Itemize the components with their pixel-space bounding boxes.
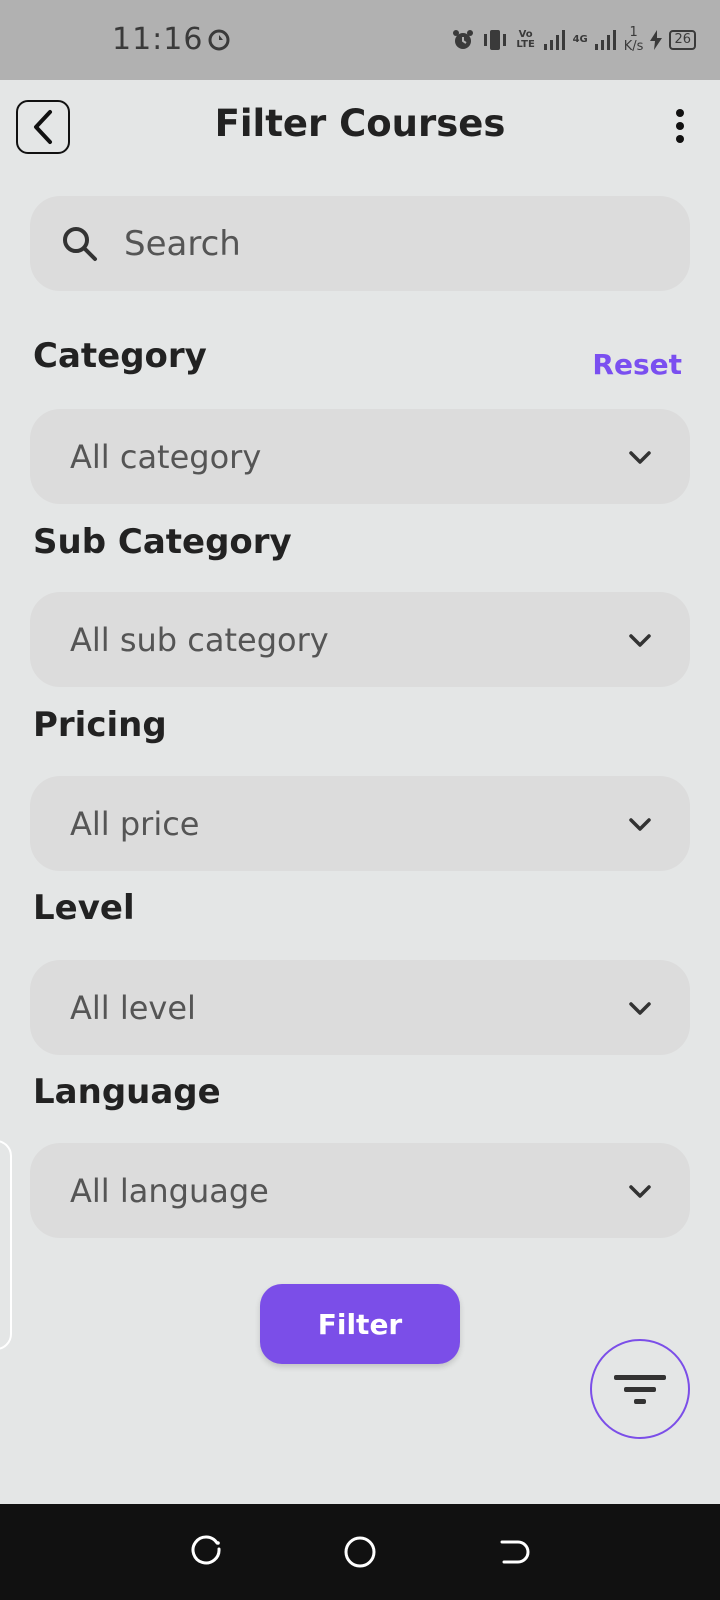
signal-icon: [543, 30, 565, 50]
filter-button[interactable]: Filter: [260, 1284, 460, 1364]
vibrate-icon: [483, 30, 506, 50]
speed-value: 1: [629, 25, 638, 40]
status-icons: Vo LTE 4G 1 K/s 26: [451, 24, 696, 56]
sub-category-label: Sub Category: [33, 522, 292, 562]
language-dropdown[interactable]: All language: [30, 1143, 690, 1238]
status-time: 11:16: [112, 22, 231, 57]
chevron-down-icon: [629, 1184, 651, 1198]
network-speed: 1 K/s: [624, 26, 644, 54]
back-nav-button[interactable]: [493, 1532, 533, 1572]
chevron-down-icon: [629, 633, 651, 647]
search-box[interactable]: [30, 196, 690, 291]
level-label: Level: [33, 888, 135, 928]
signal-icon-2: [594, 30, 616, 50]
side-drawer-handle[interactable]: [0, 1140, 12, 1350]
level-dropdown[interactable]: All level: [30, 960, 690, 1055]
sync-icon: [208, 29, 230, 50]
status-bar: 11:16 Vo LTE 4G 1 K/s 26: [0, 0, 720, 80]
filter-list-icon: [614, 1375, 666, 1404]
battery-level: 26: [669, 30, 696, 50]
search-icon: [63, 226, 97, 261]
category-value: All category: [70, 437, 262, 476]
category-label: Category: [33, 336, 207, 376]
filter-fab[interactable]: [590, 1339, 690, 1439]
reset-link[interactable]: Reset: [592, 348, 682, 381]
page-title: Filter Courses: [214, 102, 506, 145]
volte-label: Vo LTE: [516, 29, 535, 50]
chevron-down-icon: [629, 817, 651, 831]
speed-unit: K/s: [623, 39, 644, 54]
pricing-value: All price: [70, 804, 200, 843]
network-type-label: 4G: [572, 34, 588, 45]
language-value: All language: [70, 1171, 269, 1210]
status-time-text: 11:16: [112, 22, 204, 57]
chevron-down-icon: [629, 1001, 651, 1015]
pricing-label: Pricing: [33, 705, 167, 745]
home-circle-icon: [344, 1536, 376, 1568]
sub-category-value: All sub category: [70, 620, 329, 659]
back-nav-icon: [500, 1540, 530, 1564]
category-dropdown[interactable]: All category: [30, 409, 690, 504]
pricing-dropdown[interactable]: All price: [30, 776, 690, 871]
level-value: All level: [70, 988, 196, 1027]
chevron-down-icon: [629, 450, 651, 464]
home-button[interactable]: [340, 1532, 380, 1572]
more-vertical-icon: [676, 109, 684, 143]
alarm-icon: [452, 30, 473, 49]
more-options-button[interactable]: [660, 106, 700, 146]
search-input[interactable]: [124, 223, 624, 264]
recent-apps-button[interactable]: [187, 1532, 227, 1572]
sub-category-dropdown[interactable]: All sub category: [30, 592, 690, 687]
charging-icon: [650, 30, 663, 50]
language-label: Language: [33, 1072, 221, 1112]
system-nav-bar: [0, 1504, 720, 1600]
recent-apps-icon: [191, 1535, 221, 1565]
